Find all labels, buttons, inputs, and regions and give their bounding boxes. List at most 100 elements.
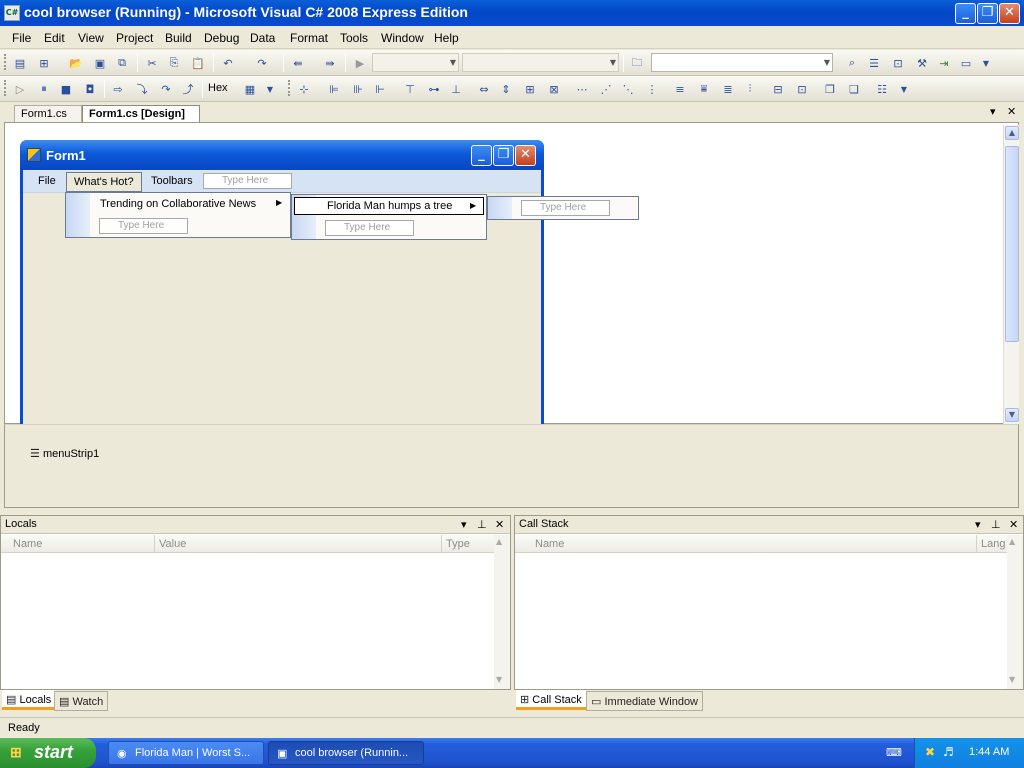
horizontal-spacing-remove-icon[interactable]: ⋮ bbox=[644, 81, 660, 97]
redo-icon[interactable]: ↷ bbox=[254, 55, 270, 71]
horizontal-spacing-equal-icon[interactable]: ⋯ bbox=[574, 81, 590, 97]
solution-platform-combo[interactable]: ▼ bbox=[462, 53, 619, 72]
align-bottoms-icon[interactable]: ⊥ bbox=[448, 81, 464, 97]
menu-window[interactable]: Window bbox=[381, 31, 424, 45]
save-all-icon[interactable]: ⧉ bbox=[114, 55, 130, 71]
scroll-down-icon[interactable]: ▼ bbox=[1005, 408, 1019, 422]
vertical-spacing-increase-icon[interactable]: ⩸ bbox=[696, 81, 712, 97]
minimize-button[interactable]: _ bbox=[955, 3, 976, 24]
column-divider[interactable] bbox=[154, 535, 155, 553]
menu-debug[interactable]: Debug bbox=[204, 31, 239, 45]
tab-order-icon[interactable]: ☷ bbox=[874, 81, 890, 97]
column-name[interactable]: Name bbox=[13, 538, 42, 550]
call-stack-scrollbar[interactable]: ▲ ▼ bbox=[1007, 535, 1023, 689]
tab-list-dropdown-icon[interactable]: ▾ bbox=[990, 105, 996, 118]
menu-item-florida-man[interactable]: Florida Man humps a tree ▶ bbox=[294, 197, 484, 215]
menu-build[interactable]: Build bbox=[165, 31, 192, 45]
align-rights-icon[interactable]: ⊩ bbox=[372, 81, 388, 97]
menustrip1-component[interactable]: ☰ menuStrip1 bbox=[30, 447, 99, 460]
form-close-button[interactable]: ✕ bbox=[515, 145, 536, 166]
align-tops-icon[interactable]: ⊤ bbox=[402, 81, 418, 97]
form-menu-file[interactable]: File bbox=[38, 175, 56, 187]
find-combo[interactable]: ▼ bbox=[651, 53, 833, 72]
step-out-icon[interactable]: ⤴ bbox=[180, 81, 196, 97]
make-same-height-icon[interactable]: ⇕ bbox=[498, 81, 514, 97]
column-value[interactable]: Value bbox=[159, 538, 186, 550]
menu-data[interactable]: Data bbox=[250, 31, 275, 45]
size-to-grid-icon[interactable]: ⊞ bbox=[522, 81, 538, 97]
scroll-up-icon[interactable]: ▲ bbox=[1009, 537, 1015, 546]
menu-help[interactable]: Help bbox=[434, 31, 459, 45]
navigate-backward-icon[interactable]: ⇚ bbox=[290, 55, 306, 71]
toolbar-grip[interactable] bbox=[4, 80, 7, 96]
design-vertical-scrollbar[interactable]: ▲ ▼ bbox=[1003, 125, 1019, 424]
cut-icon[interactable]: ✂ bbox=[144, 55, 160, 71]
step-into-icon[interactable]: ⤵ bbox=[134, 81, 150, 97]
menu-project[interactable]: Project bbox=[116, 31, 153, 45]
menu-file[interactable]: File bbox=[12, 31, 31, 45]
scroll-up-icon[interactable]: ▲ bbox=[496, 537, 502, 546]
dropdown3-type-here[interactable]: Type Here bbox=[521, 200, 610, 216]
network-icon[interactable]: ✖ bbox=[925, 745, 935, 759]
properties-window-icon[interactable]: ☰ bbox=[866, 55, 882, 71]
break-all-icon[interactable]: ⏸ bbox=[36, 81, 52, 97]
toolbar-options-icon[interactable]: ▼ bbox=[896, 81, 912, 97]
find-in-files-icon[interactable]: 🗀 bbox=[629, 55, 645, 71]
toolbar-grip[interactable] bbox=[4, 54, 7, 70]
copy-icon[interactable]: ⎘ bbox=[166, 55, 182, 71]
menu-view[interactable]: View bbox=[78, 31, 104, 45]
scroll-thumb[interactable] bbox=[1005, 146, 1019, 342]
new-project-icon[interactable]: ▤ bbox=[12, 55, 28, 71]
other-windows-icon[interactable]: ▭ bbox=[958, 55, 974, 71]
form-menu-toolbars[interactable]: Toolbars bbox=[151, 175, 193, 187]
tab-immediate-window[interactable]: ▭ Immediate Window bbox=[586, 691, 704, 711]
restore-button[interactable]: ❐ bbox=[977, 3, 998, 24]
toolbox-icon[interactable]: ⚒ bbox=[914, 55, 930, 71]
make-same-size-icon[interactable]: ⊠ bbox=[546, 81, 562, 97]
locals-scrollbar[interactable]: ▲ ▼ bbox=[494, 535, 510, 689]
dropdown2-type-here[interactable]: Type Here bbox=[325, 220, 414, 236]
start-debugging-icon[interactable]: ▶ bbox=[352, 55, 368, 71]
clock[interactable]: 1:44 AM bbox=[969, 746, 1009, 758]
solution-explorer-icon[interactable]: ⌕ bbox=[844, 55, 860, 71]
form-minimize-button[interactable]: _ bbox=[471, 145, 492, 166]
toolbar-options-icon[interactable]: ▼ bbox=[262, 81, 278, 97]
add-item-icon[interactable]: ⊞ bbox=[36, 55, 52, 71]
solution-configuration-combo[interactable]: ▼ bbox=[372, 53, 459, 72]
center-vertically-icon[interactable]: ⊡ bbox=[794, 81, 810, 97]
toolbar-grip[interactable] bbox=[288, 80, 291, 96]
pane-close-icon[interactable]: ✕ bbox=[495, 518, 504, 531]
scroll-up-icon[interactable]: ▲ bbox=[1005, 126, 1019, 140]
form-menu-type-here[interactable]: Type Here bbox=[203, 173, 292, 189]
tab-call-stack[interactable]: ⊞ Call Stack bbox=[516, 690, 586, 710]
align-to-grid-icon[interactable]: ⊹ bbox=[296, 81, 312, 97]
make-same-width-icon[interactable]: ⇔ bbox=[476, 81, 492, 97]
close-button[interactable]: ✕ bbox=[999, 3, 1020, 24]
form1-title-bar[interactable]: Form1 _ ❐ ✕ bbox=[20, 140, 544, 170]
form-maximize-button[interactable]: ❐ bbox=[493, 145, 514, 166]
column-divider[interactable] bbox=[441, 535, 442, 553]
column-divider[interactable] bbox=[976, 535, 977, 552]
stop-debugging-icon[interactable]: ■ bbox=[58, 81, 74, 97]
column-name[interactable]: Name bbox=[535, 538, 564, 550]
step-over-icon[interactable]: ↷ bbox=[158, 81, 174, 97]
hex-display-button[interactable]: Hex bbox=[208, 82, 228, 94]
column-type[interactable]: Type bbox=[446, 538, 470, 550]
continue-icon[interactable]: ▷ bbox=[12, 81, 28, 97]
scroll-down-icon[interactable]: ▼ bbox=[1009, 675, 1015, 684]
undo-icon[interactable]: ↶ bbox=[220, 55, 236, 71]
bring-to-front-icon[interactable]: ❐ bbox=[822, 81, 838, 97]
pane-dropdown-icon[interactable]: ▾ bbox=[461, 518, 467, 531]
align-lefts-icon[interactable]: ⊫ bbox=[326, 81, 342, 97]
pane-dropdown-icon[interactable]: ▾ bbox=[975, 518, 981, 531]
vertical-spacing-decrease-icon[interactable]: ≣ bbox=[720, 81, 736, 97]
pane-close-icon[interactable]: ✕ bbox=[1009, 518, 1018, 531]
menu-edit[interactable]: Edit bbox=[44, 31, 65, 45]
restart-icon[interactable]: ◘ bbox=[82, 81, 98, 97]
horizontal-spacing-decrease-icon[interactable]: ⋱ bbox=[620, 81, 636, 97]
vertical-spacing-remove-icon[interactable]: ⫶ bbox=[742, 81, 758, 97]
toolbar-options-icon[interactable]: ▼ bbox=[978, 55, 994, 71]
taskbar-button-florida-man[interactable]: ◉ Florida Man | Worst S... bbox=[108, 741, 264, 765]
dropdown1-type-here[interactable]: Type Here bbox=[99, 218, 188, 234]
vertical-spacing-equal-icon[interactable]: ≡ bbox=[672, 81, 688, 97]
